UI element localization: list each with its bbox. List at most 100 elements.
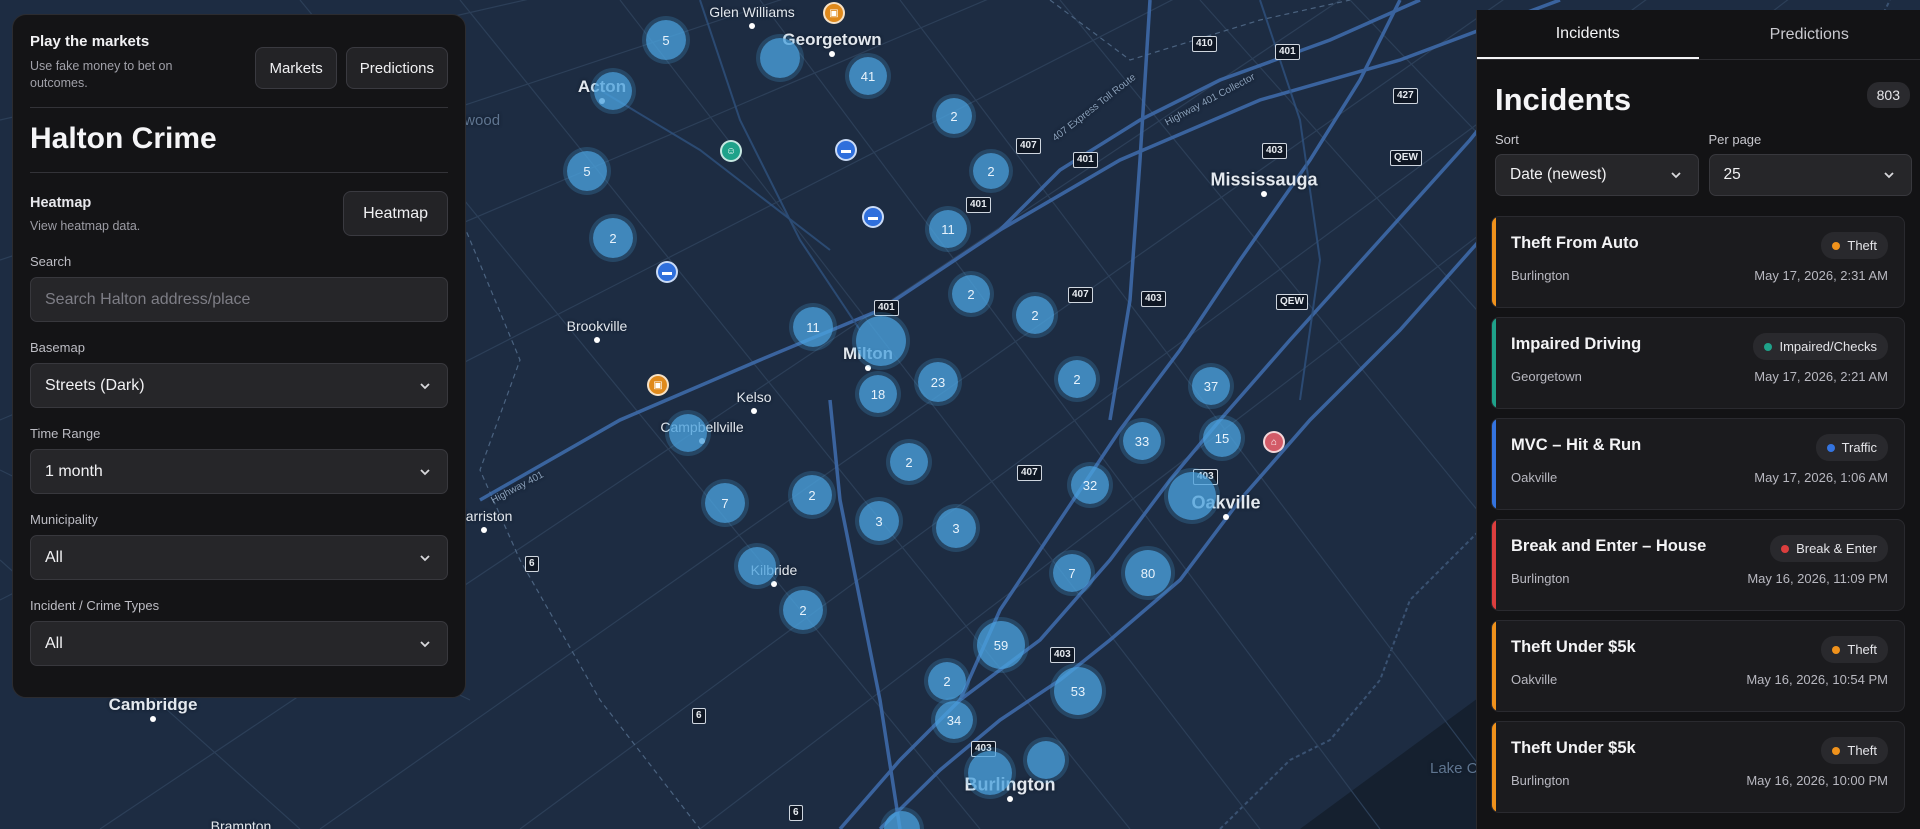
car-marker-icon[interactable]: ▬: [862, 206, 884, 228]
category-badge: Theft: [1821, 232, 1888, 259]
heatmap-title: Heatmap: [30, 194, 92, 211]
cluster-bubble[interactable]: 5: [646, 20, 686, 60]
incident-list: Theft From Auto Theft Burlington May 17, 20…: [1477, 196, 1920, 813]
cluster-bubble[interactable]: 5: [567, 151, 607, 191]
incident-card[interactable]: Break and Enter – House Break & Enter Burl…: [1491, 519, 1905, 611]
cluster-bubble[interactable]: [1027, 741, 1065, 779]
time-range-select[interactable]: 1 month: [30, 449, 448, 494]
house-marker-icon[interactable]: ⌂: [1263, 431, 1285, 453]
cluster-bubble[interactable]: [669, 414, 707, 452]
highway-shield: 6: [789, 805, 803, 821]
sort-select[interactable]: Date (newest): [1495, 154, 1699, 196]
city-label: Brampton: [210, 818, 272, 829]
search-input[interactable]: [45, 290, 433, 309]
cluster-bubble[interactable]: [760, 38, 800, 78]
time-range-field: Time Range 1 month: [30, 426, 448, 494]
theft-marker-icon[interactable]: ▣: [647, 374, 669, 396]
time-range-label: Time Range: [30, 426, 101, 441]
category-label: Theft: [1847, 743, 1877, 758]
cluster-bubble[interactable]: 11: [929, 210, 967, 248]
highway-shield: 410: [1192, 36, 1217, 52]
incident-location: Burlington: [1511, 773, 1570, 788]
basemap-select[interactable]: Streets (Dark): [30, 363, 448, 408]
city-dot: [771, 581, 777, 587]
cluster-bubble[interactable]: 2: [1016, 296, 1054, 334]
cluster-bubble[interactable]: 37: [1192, 367, 1230, 405]
municipality-select[interactable]: All: [30, 535, 448, 580]
chevron-down-icon: [420, 468, 430, 475]
cluster-bubble[interactable]: 2: [783, 590, 823, 630]
incident-card[interactable]: Impaired Driving Impaired/Checks Georgetow…: [1491, 317, 1905, 409]
cluster-bubble[interactable]: 59: [977, 621, 1025, 669]
per-page-select[interactable]: 25: [1708, 154, 1912, 196]
basemap-value: Streets (Dark): [45, 376, 145, 394]
cluster-bubble[interactable]: 7: [1053, 554, 1091, 592]
sort-label: Sort: [1495, 132, 1519, 147]
incident-card[interactable]: Theft Under $5k Theft Burlington May 16, 20…: [1491, 721, 1905, 813]
cluster-bubble[interactable]: 41: [849, 57, 887, 95]
category-label: Impaired/Checks: [1779, 339, 1877, 354]
cluster-bubble[interactable]: 2: [928, 662, 966, 700]
crime-types-select[interactable]: All: [30, 621, 448, 666]
cluster-bubble[interactable]: 2: [593, 218, 633, 258]
list-filters: Sort Date (newest) Per page 25: [1477, 118, 1920, 196]
category-label: Traffic: [1841, 440, 1877, 455]
tab-predictions[interactable]: Predictions: [1699, 10, 1920, 59]
car-marker-icon[interactable]: ▬: [835, 139, 857, 161]
category-color-bar: [1492, 520, 1496, 610]
cluster-bubble[interactable]: 53: [1054, 667, 1102, 715]
city-dot: [1223, 514, 1229, 520]
cluster-bubble[interactable]: 18: [859, 375, 897, 413]
cluster-bubble[interactable]: [594, 72, 632, 110]
theft-marker-icon[interactable]: ▣: [823, 2, 845, 24]
cluster-bubble[interactable]: 2: [952, 275, 990, 313]
crime-types-value: All: [45, 634, 63, 652]
incidents-panel: Incidents Predictions Incidents 803 Sort…: [1476, 10, 1920, 829]
cluster-bubble[interactable]: 23: [918, 362, 958, 402]
markets-promo: Play the markets Use fake money to bet o…: [30, 33, 448, 108]
cluster-bubble[interactable]: 2: [936, 98, 972, 134]
city-dot: [829, 51, 835, 57]
cluster-bubble[interactable]: 7: [705, 483, 745, 523]
cluster-bubble[interactable]: 33: [1123, 422, 1161, 460]
category-dot-icon: [1826, 443, 1835, 452]
municipality-label: Municipality: [30, 512, 98, 527]
cluster-bubble[interactable]: 15: [1203, 419, 1241, 457]
cluster-bubble[interactable]: 3: [936, 508, 976, 548]
tab-incidents[interactable]: Incidents: [1477, 10, 1699, 59]
incident-title: Theft Under $5k: [1511, 739, 1636, 757]
highway-shield: 401: [1275, 44, 1300, 60]
chevron-down-icon: [420, 382, 430, 389]
cluster-bubble[interactable]: [1168, 472, 1216, 520]
incident-location: Burlington: [1511, 571, 1570, 586]
category-dot-icon: [1832, 746, 1841, 755]
markets-button[interactable]: Markets: [255, 47, 337, 89]
cluster-bubble[interactable]: 32: [1071, 466, 1109, 504]
heatmap-button[interactable]: Heatmap: [343, 191, 448, 236]
highway-shield: QEW: [1390, 150, 1422, 166]
cluster-bubble[interactable]: 2: [890, 443, 928, 481]
incident-date: May 16, 2026, 11:09 PM: [1747, 571, 1888, 586]
cluster-bubble[interactable]: 34: [935, 701, 973, 739]
incident-card[interactable]: Theft From Auto Theft Burlington May 17, 20…: [1491, 216, 1905, 308]
cluster-bubble[interactable]: [738, 547, 776, 585]
incident-card[interactable]: Theft Under $5k Theft Oakville May 16, 2026…: [1491, 620, 1905, 712]
heatmap-section: Heatmap View heatmap data. Heatmap: [30, 173, 448, 236]
cluster-bubble[interactable]: 3: [859, 501, 899, 541]
impaired-marker-icon[interactable]: ☺: [720, 140, 742, 162]
category-color-bar: [1492, 621, 1496, 711]
category-label: Break & Enter: [1796, 541, 1877, 556]
cluster-bubble[interactable]: 2: [1058, 360, 1096, 398]
incident-date: May 16, 2026, 10:54 PM: [1746, 672, 1888, 687]
city-label: Kelso: [736, 389, 772, 405]
incident-card[interactable]: MVC – Hit & Run Traffic Oakville May 17, 20…: [1491, 418, 1905, 510]
cluster-bubble[interactable]: [856, 316, 906, 366]
cluster-bubble[interactable]: 11: [793, 307, 833, 347]
cluster-bubble[interactable]: 80: [1125, 550, 1171, 596]
car-marker-icon[interactable]: ▬: [656, 261, 678, 283]
predictions-button[interactable]: Predictions: [345, 47, 448, 89]
cluster-bubble[interactable]: 2: [792, 475, 832, 515]
city-label: Cambridge: [108, 695, 198, 714]
cluster-bubble[interactable]: [968, 751, 1012, 795]
cluster-bubble[interactable]: 2: [973, 153, 1009, 189]
